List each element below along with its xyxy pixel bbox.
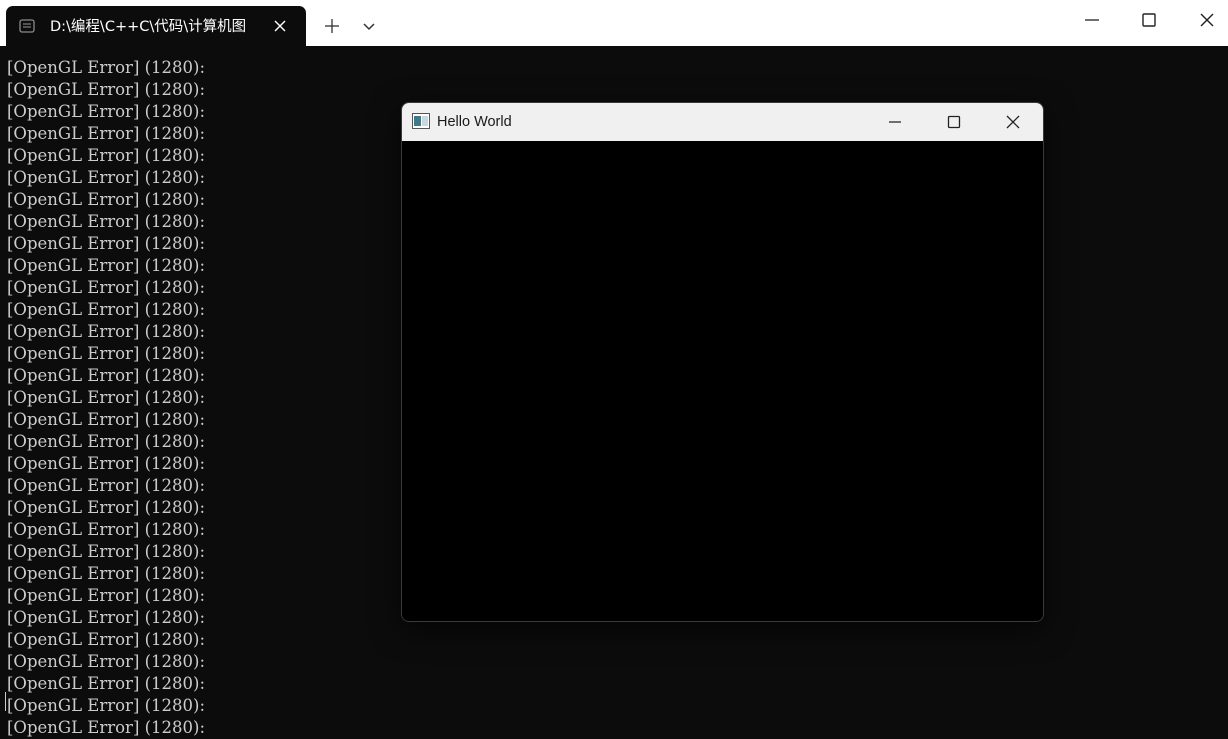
- terminal-line: [OpenGL Error] (1280):: [7, 146, 206, 165]
- terminal-line: [OpenGL Error] (1280):: [7, 344, 206, 363]
- chevron-down-icon[interactable]: [361, 19, 377, 35]
- terminal-line: [OpenGL Error] (1280):: [7, 652, 206, 671]
- close-icon[interactable]: [1004, 113, 1022, 131]
- terminal-line: [OpenGL Error] (1280):: [7, 102, 206, 121]
- terminal-line: [OpenGL Error] (1280):: [7, 586, 206, 605]
- close-icon[interactable]: [1198, 11, 1216, 29]
- minimize-icon[interactable]: [1082, 12, 1102, 28]
- window-titlebar[interactable]: Hello World: [402, 103, 1043, 141]
- terminal-line: [OpenGL Error] (1280):: [7, 366, 206, 385]
- terminal-line: [OpenGL Error] (1280):: [7, 322, 206, 341]
- terminal-line: [OpenGL Error] (1280):: [7, 80, 206, 99]
- minimize-icon[interactable]: [887, 114, 903, 130]
- terminal-line: [OpenGL Error] (1280):: [7, 608, 206, 627]
- terminal-lines: [OpenGL Error] (1280): [OpenGL Error] (12…: [7, 57, 205, 739]
- terminal-line: [OpenGL Error] (1280):: [7, 564, 206, 583]
- hello-world-window[interactable]: Hello World: [401, 102, 1044, 622]
- text-cursor: [5, 692, 6, 711]
- terminal-line: [OpenGL Error] (1280):: [7, 124, 206, 143]
- opengl-canvas[interactable]: [402, 141, 1043, 621]
- terminal-line: [OpenGL Error] (1280):: [7, 674, 206, 693]
- window-title: Hello World: [437, 114, 512, 130]
- terminal-line: [OpenGL Error] (1280):: [7, 234, 206, 253]
- terminal-tab[interactable]: D:\编程\C++C\代码\计算机图: [6, 6, 306, 46]
- app-window-icon: [412, 113, 430, 129]
- terminal-line: [OpenGL Error] (1280):: [7, 630, 206, 649]
- terminal-line: [OpenGL Error] (1280):: [7, 454, 206, 473]
- maximize-icon[interactable]: [1140, 11, 1158, 29]
- terminal-line: [OpenGL Error] (1280):: [7, 410, 206, 429]
- terminal-titlebar: D:\编程\C++C\代码\计算机图: [0, 0, 1228, 46]
- tab-title: D:\编程\C++C\代码\计算机图: [50, 19, 247, 35]
- terminal-line: [OpenGL Error] (1280):: [7, 432, 206, 451]
- terminal-line: [OpenGL Error] (1280):: [7, 520, 206, 539]
- new-tab-plus-icon[interactable]: [323, 17, 341, 35]
- terminal-line: [OpenGL Error] (1280):: [7, 300, 206, 319]
- terminal-line: [OpenGL Error] (1280):: [7, 718, 206, 737]
- tab-close-icon[interactable]: [271, 17, 289, 35]
- terminal-line: [OpenGL Error] (1280):: [7, 498, 206, 517]
- terminal-line: [OpenGL Error] (1280):: [7, 278, 206, 297]
- terminal-line: [OpenGL Error] (1280):: [7, 58, 206, 77]
- terminal-line: [OpenGL Error] (1280):: [7, 696, 206, 715]
- terminal-line: [OpenGL Error] (1280):: [7, 212, 206, 231]
- terminal-line: [OpenGL Error] (1280):: [7, 542, 206, 561]
- terminal-line: [OpenGL Error] (1280):: [7, 168, 206, 187]
- terminal-line: [OpenGL Error] (1280):: [7, 476, 206, 495]
- terminal-icon: [19, 19, 35, 33]
- maximize-icon[interactable]: [946, 114, 962, 130]
- terminal-line: [OpenGL Error] (1280):: [7, 190, 206, 209]
- terminal-line: [OpenGL Error] (1280):: [7, 388, 206, 407]
- terminal-line: [OpenGL Error] (1280):: [7, 256, 206, 275]
